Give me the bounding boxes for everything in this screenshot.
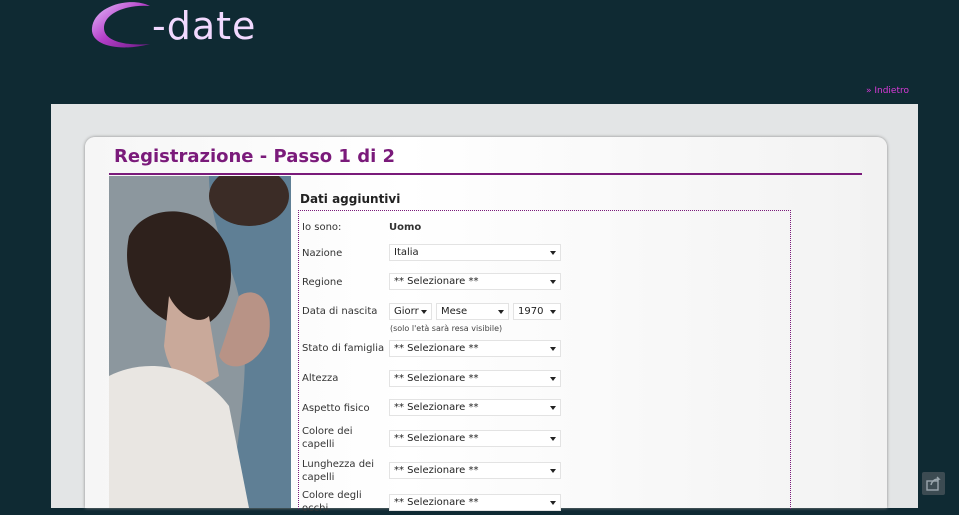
section-title: Dati aggiuntivi (300, 192, 401, 206)
hair-length-label: Lunghezza dei capelli (302, 458, 374, 484)
birth-day-value: Giorr (394, 306, 419, 317)
share-icon (926, 476, 941, 491)
title-divider (109, 173, 862, 175)
gender-value: Uomo (389, 222, 422, 233)
birthdate-hint: (solo l'età sarà resa visibile) (390, 324, 503, 333)
c-date-logo[interactable]: -date (90, 0, 290, 56)
eye-color-select-value: ** Selezionare ** (394, 497, 479, 508)
couple-photo (109, 176, 291, 508)
nation-select[interactable]: Italia (389, 244, 561, 261)
birth-day-select[interactable]: Giorr (389, 303, 432, 320)
body-select-value: ** Selezionare ** (394, 402, 479, 413)
height-select[interactable]: ** Selezionare ** (389, 370, 561, 387)
chevron-down-icon (550, 437, 556, 441)
logo-c-swoosh (91, 2, 150, 48)
chevron-down-icon (550, 251, 556, 255)
birthdate-label: Data di nascita (302, 306, 378, 317)
hair-color-select-value: ** Selezionare ** (394, 433, 479, 444)
eye-color-select[interactable]: ** Selezionare ** (389, 494, 561, 511)
chevron-down-icon (550, 501, 556, 505)
region-select-value: ** Selezionare ** (394, 276, 479, 287)
nation-select-value: Italia (394, 247, 419, 258)
hair-length-select-value: ** Selezionare ** (394, 465, 479, 476)
chevron-down-icon (550, 280, 556, 284)
height-label: Altezza (302, 373, 339, 384)
body-label: Aspetto fisico (302, 403, 370, 414)
hair-color-select[interactable]: ** Selezionare ** (389, 430, 561, 447)
hair-length-label-line1: Lunghezza dei (302, 459, 374, 470)
marital-select[interactable]: ** Selezionare ** (389, 340, 561, 357)
gender-label: Io sono: (302, 222, 342, 233)
chevron-down-icon (550, 377, 556, 381)
back-link[interactable]: » Indietro (866, 86, 909, 96)
region-select[interactable]: ** Selezionare ** (389, 273, 561, 290)
body-select[interactable]: ** Selezionare ** (389, 399, 561, 416)
chevron-down-icon (421, 310, 427, 314)
nation-label: Nazione (302, 248, 343, 259)
chevron-down-icon (550, 347, 556, 351)
chevron-down-icon (498, 310, 504, 314)
birth-year-value: 1970 (518, 306, 544, 317)
marital-label: Stato di famiglia (302, 343, 385, 354)
region-label: Regione (302, 277, 343, 288)
page-title: Registrazione - Passo 1 di 2 (114, 146, 396, 167)
hair-color-label-line2: capelli (302, 439, 335, 450)
height-select-value: ** Selezionare ** (394, 373, 479, 384)
chevron-down-icon (550, 406, 556, 410)
chevron-down-icon (550, 469, 556, 473)
hair-color-label-line1: Colore dei (302, 426, 353, 437)
eye-color-label: Colore degli occhi (302, 489, 362, 515)
eye-color-label-line2: occhi (302, 503, 329, 514)
eye-color-label-line1: Colore degli (302, 490, 362, 501)
photo-illustration (109, 176, 291, 508)
birth-month-select[interactable]: Mese (436, 303, 509, 320)
hair-length-label-line2: capelli (302, 472, 335, 483)
birth-month-value: Mese (441, 306, 468, 317)
hair-length-select[interactable]: ** Selezionare ** (389, 462, 561, 479)
logo-text: -date (152, 4, 257, 48)
share-button[interactable] (922, 472, 945, 495)
birth-year-select[interactable]: 1970 (513, 303, 561, 320)
hair-color-label: Colore dei capelli (302, 425, 353, 451)
chevron-down-icon (550, 310, 556, 314)
marital-select-value: ** Selezionare ** (394, 343, 479, 354)
